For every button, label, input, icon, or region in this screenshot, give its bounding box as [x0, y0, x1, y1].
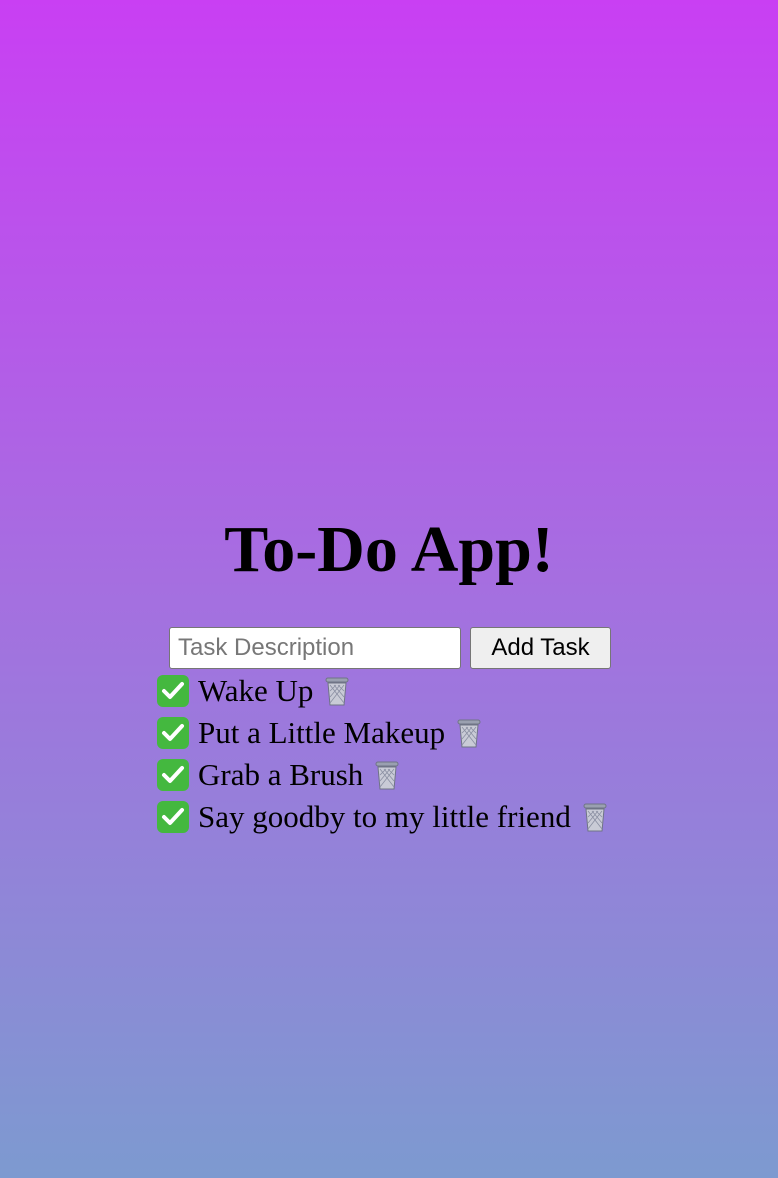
todo-app: To-Do App! Add Task Wake Up Put a Little…: [0, 0, 778, 1178]
add-task-form: Add Task: [169, 627, 611, 669]
check-icon[interactable]: [157, 675, 189, 707]
trash-icon[interactable]: [372, 759, 402, 791]
check-icon[interactable]: [157, 717, 189, 749]
task-text: Put a Little Makeup: [198, 715, 446, 750]
trash-icon[interactable]: [454, 717, 484, 749]
task-item: Grab a Brush: [157, 754, 610, 796]
trash-icon[interactable]: [322, 675, 352, 707]
add-task-button[interactable]: Add Task: [470, 627, 611, 669]
task-list: Wake Up Put a Little Makeup Grab a Brush…: [157, 670, 610, 838]
check-icon[interactable]: [157, 759, 189, 791]
check-icon[interactable]: [157, 801, 189, 833]
task-description-input[interactable]: [169, 627, 461, 669]
task-text: Wake Up: [198, 673, 314, 708]
trash-icon[interactable]: [580, 801, 610, 833]
task-item: Say goodby to my little friend: [157, 796, 610, 838]
task-text: Grab a Brush: [198, 757, 364, 792]
task-item: Put a Little Makeup: [157, 712, 610, 754]
page-title: To-Do App!: [224, 513, 554, 586]
task-text: Say goodby to my little friend: [198, 799, 571, 834]
task-item: Wake Up: [157, 670, 610, 712]
